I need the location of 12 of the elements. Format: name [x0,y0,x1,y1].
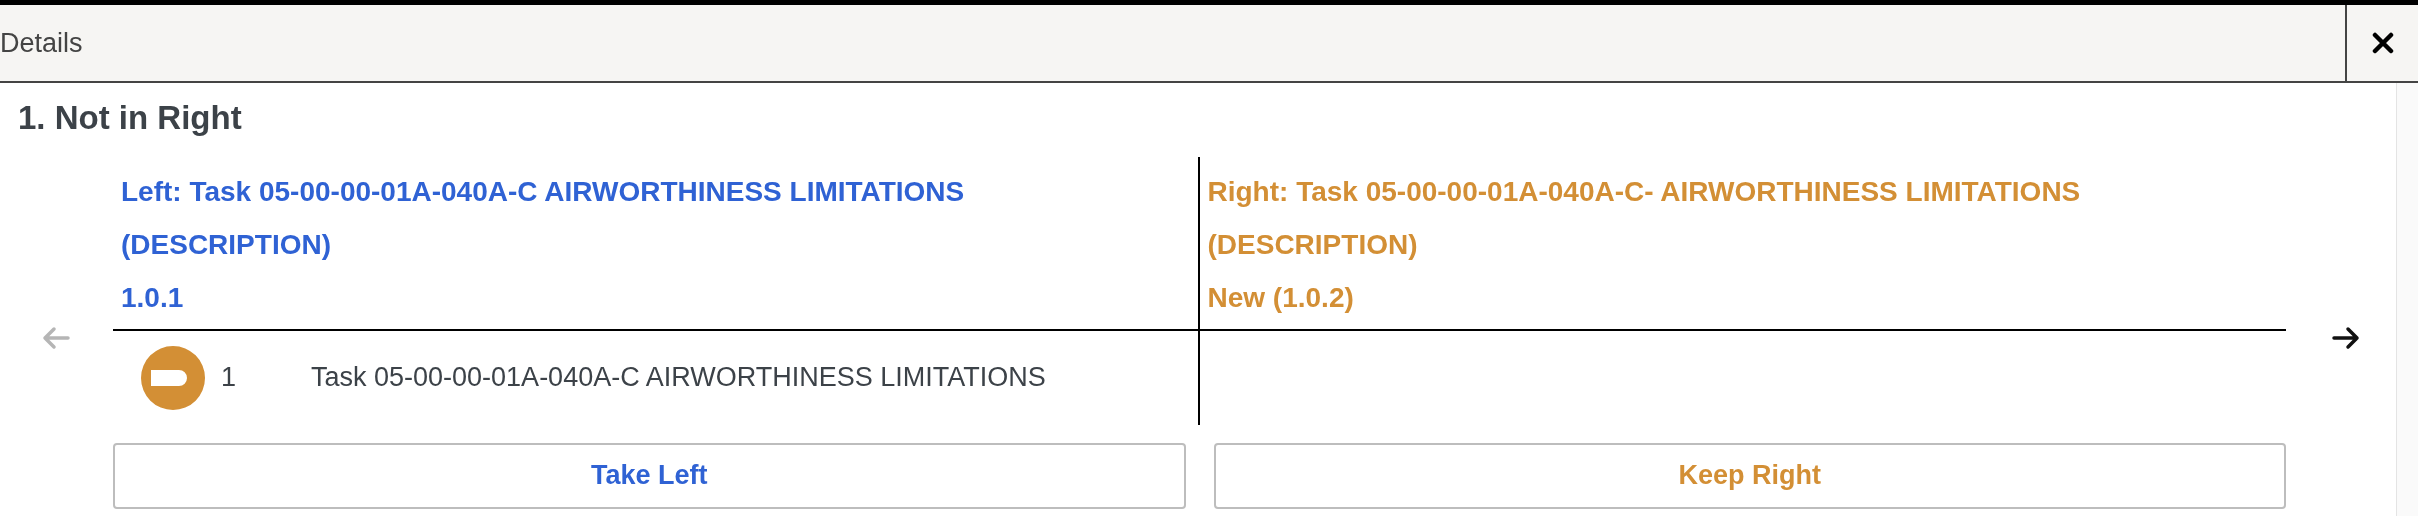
take-left-button[interactable]: Take Left [113,442,1186,509]
right-version: New (1.0.2) [1207,280,1355,315]
right-title: Right: Task 05-00-00-01A-040A-C- AIRWORTHINESS LIMITATIONS (DESCRIPTION) [1207,174,2082,262]
left-title: Left: Task 05-00-00-01A-040A-C AIRWORTHINESS LIMITATIONS (DESCRIPTION) [121,174,966,262]
row-text: Task 05-00-00-01A-040A-C AIRWORTHINESS LIMITATIONS [311,361,1046,395]
window-title: Details [0,26,84,60]
right-arrow-icon[interactable] [2332,325,2360,350]
close-icon [2371,32,2394,54]
left-version: 1.0.1 [121,280,185,315]
scrollbar[interactable] [2396,83,2418,516]
row-number: 1 [221,361,238,395]
section-heading: 1. Not in Right [18,98,242,138]
